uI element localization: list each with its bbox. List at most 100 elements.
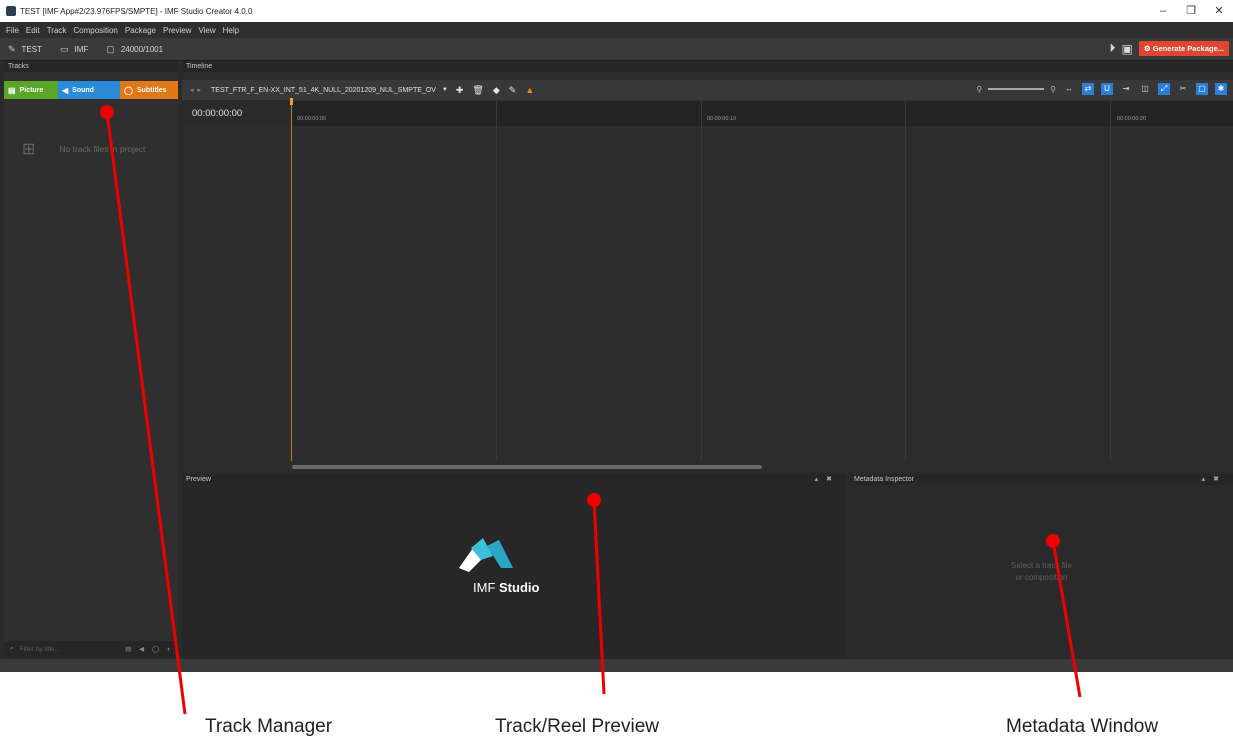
edit-icon[interactable]: ✎ — [509, 85, 517, 96]
ruler-label: 00:00:00:00 — [297, 116, 327, 122]
app-window: TEST [IMF App#2/23.976FPS/SMPTE] - IMF S… — [0, 0, 1233, 672]
project-name-button[interactable]: ✎ TEST — [8, 44, 42, 55]
subtitles-label: Subtitles — [136, 86, 167, 94]
tracks-panel: ▤ Picture ◀ Sound ◯ Subtitles ⊞ No track… — [4, 72, 178, 657]
timeline-panel: ◂▸ TEST_FTR_F_EN-XX_INT_51_4K_NULL_20201… — [182, 72, 1233, 469]
project-name: TEST — [21, 44, 42, 54]
main-toolbar: ✎ TEST ▭ IMF ▢ 24000/1001 ⏵ ▣ ⚙ Generate… — [0, 38, 1233, 61]
menu-file[interactable]: File — [6, 26, 19, 35]
menu-view[interactable]: View — [198, 26, 215, 35]
warning-icon[interactable]: ▲ — [525, 85, 534, 95]
menu-edit[interactable]: Edit — [26, 26, 40, 35]
close-button[interactable]: ✕ — [1205, 0, 1233, 22]
filter-bar: ⌕ Filter by title... ▤ ◀ ◯ ◐ — [4, 641, 178, 657]
picture-tab[interactable]: ▤ Picture — [4, 81, 58, 99]
frame-select-icon[interactable]: ▢ — [1196, 83, 1208, 95]
title-bar: TEST [IMF App#2/23.976FPS/SMPTE] - IMF S… — [0, 0, 1233, 22]
save-icon[interactable]: ▣ — [1122, 42, 1133, 56]
picture-label: Picture — [19, 86, 44, 94]
format-button[interactable]: ▭ IMF — [60, 44, 88, 55]
fit-width-icon[interactable]: ↔ — [1063, 83, 1075, 95]
tracks-header: Tracks — [4, 61, 178, 72]
metadata-window-label: Metadata Window — [1006, 716, 1159, 737]
sound-label: Sound — [72, 86, 94, 94]
metadata-hint-line1: Select a track file — [1011, 561, 1072, 570]
grid-line — [905, 101, 906, 461]
split-view-icon[interactable]: ◫ — [1139, 83, 1151, 95]
format-label: IMF — [74, 44, 89, 54]
filter-type-icons[interactable]: ▤ ◀ ◯ ◐ — [125, 645, 174, 653]
logo-word-studio: Studio — [499, 580, 540, 595]
menu-track[interactable]: Track — [47, 26, 67, 35]
metadata-hint: Select a track file or composition — [850, 560, 1233, 584]
zoom-out-icon[interactable]: ⚲ — [976, 85, 982, 94]
app-icon — [6, 6, 16, 16]
window-title: TEST [IMF App#2/23.976FPS/SMPTE] - IMF S… — [20, 6, 253, 16]
frame-icon: ▢ — [106, 43, 115, 54]
composition-nav-arrows[interactable]: ◂▸ — [190, 86, 205, 94]
panel-controls[interactable]: ▴✖ — [1202, 474, 1227, 485]
logo-text: IMF Studio — [473, 580, 539, 595]
filter-input[interactable]: Filter by title... — [20, 646, 60, 653]
logo-mark-icon — [459, 538, 513, 572]
playhead-handle[interactable] — [290, 98, 293, 105]
timeline-header: Timeline — [182, 61, 1233, 72]
ruler-label: 00:00:00:20 — [1117, 116, 1147, 122]
preview-title: Preview — [186, 476, 211, 483]
zoom-in-icon[interactable]: ⚲ — [1050, 85, 1056, 94]
metadata-title: Metadata Inspector — [854, 476, 914, 483]
generate-package-button[interactable]: ⚙ Generate Package... — [1138, 41, 1229, 56]
zoom-slider[interactable] — [988, 88, 1045, 90]
preview-panel: IMF Studio — [182, 474, 846, 659]
preview-header: Preview ▴✖ — [182, 474, 846, 485]
framerate-button[interactable]: ▢ 24000/1001 — [106, 44, 163, 55]
panel-controls[interactable]: ▴✖ — [815, 474, 840, 485]
tag-icon[interactable]: ◆ — [493, 85, 500, 96]
grid-line — [496, 101, 497, 461]
subtitles-tab[interactable]: ◯ Subtitles — [120, 81, 178, 99]
play-icon[interactable]: ⏵ — [1110, 41, 1116, 56]
grid-line — [701, 101, 702, 461]
expand-icon[interactable]: ⤢ — [1158, 83, 1170, 95]
menu-bar: File Edit Track Composition Package Prev… — [0, 22, 1233, 38]
timeline-tools: ⚲ ⚲ ↔ ⇄ U ⇥ ◫ ⤢ ✂ ▢ ✱ — [976, 83, 1227, 95]
window-controls: – ❐ ✕ — [1149, 0, 1233, 22]
add-icon[interactable]: ✚ — [456, 85, 464, 96]
menu-composition[interactable]: Composition — [73, 26, 117, 35]
timecode-display: 00:00:00:00 — [182, 101, 290, 126]
track-manager-label: Track Manager — [205, 716, 333, 737]
composition-selector[interactable]: TEST_FTR_F_EN-XX_INT_51_4K_NULL_20201209… — [211, 87, 436, 94]
ripple-icon[interactable]: ⇄ — [1082, 83, 1094, 95]
track-preview-label: Track/Reel Preview — [495, 716, 660, 737]
metadata-hint-line2: or composition — [1015, 573, 1068, 582]
ruler-label: 00:00:00:10 — [707, 116, 737, 122]
minimize-button[interactable]: – — [1149, 0, 1177, 22]
maximize-button[interactable]: ❐ — [1177, 0, 1205, 22]
edit-icon: ✎ — [8, 43, 16, 54]
time-ruler[interactable]: 00:00:00:00 00:00:00:10 00:00:00:20 — [291, 101, 1233, 126]
sound-tab[interactable]: ◀ Sound — [58, 81, 120, 99]
scissors-icon[interactable]: ✂ — [1177, 83, 1189, 95]
chevron-down-icon[interactable]: ▼ — [442, 87, 448, 93]
menu-package[interactable]: Package — [125, 26, 156, 35]
film-icon: ▤ — [8, 85, 16, 95]
horizontal-scrollbar[interactable] — [292, 465, 762, 469]
imf-studio-logo: IMF Studio — [457, 534, 557, 595]
add-film-icon: ⊞ — [22, 141, 36, 158]
speaker-icon: ◀ — [62, 85, 69, 95]
logo-word-imf: IMF — [473, 580, 496, 595]
generate-package-label: Generate Package... — [1152, 44, 1224, 53]
grid-line — [1110, 101, 1111, 461]
marker-icon[interactable]: ✱ — [1215, 83, 1227, 95]
framerate-label: 24000/1001 — [120, 44, 164, 54]
trash-icon[interactable]: 🗑 — [472, 85, 483, 96]
empty-state: ⊞ No track files in project — [22, 139, 145, 159]
timeline-toolbar: ◂▸ TEST_FTR_F_EN-XX_INT_51_4K_NULL_20201… — [182, 80, 1233, 100]
metadata-panel: Select a track file or composition — [850, 474, 1233, 659]
menu-help[interactable]: Help — [223, 26, 239, 35]
menu-preview[interactable]: Preview — [163, 26, 191, 35]
playhead[interactable] — [291, 101, 292, 461]
status-bar — [0, 659, 1233, 672]
insert-icon[interactable]: ⇥ — [1120, 83, 1132, 95]
magnet-icon[interactable]: U — [1101, 83, 1113, 95]
